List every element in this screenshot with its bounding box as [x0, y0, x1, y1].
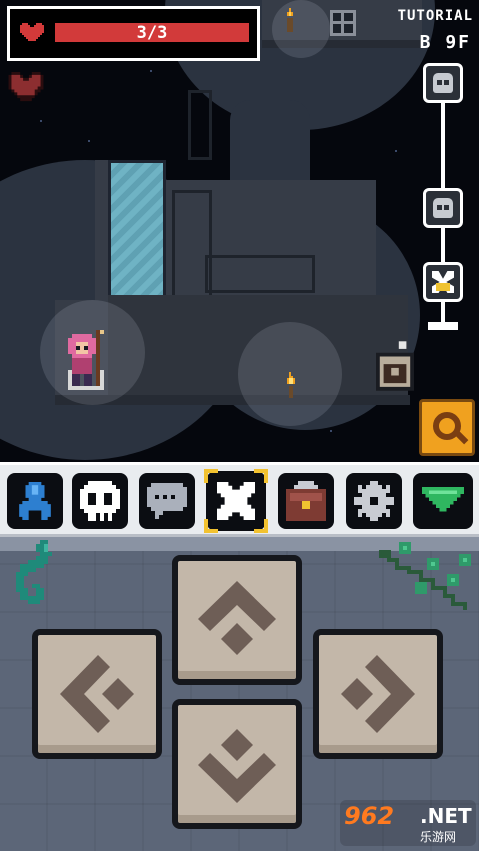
star: [88, 140, 90, 142]
floor-label: B 9F: [419, 32, 471, 53]
selection-corner: [254, 469, 268, 483]
chevron-down-icon: [422, 487, 464, 512]
progress-node-skull: [423, 188, 463, 228]
magnifier-handle: [455, 431, 469, 445]
chat-bubble-icon: [147, 483, 187, 519]
torch-icon: [287, 8, 293, 32]
skull-icon: [433, 73, 453, 93]
toolbar: [0, 462, 479, 537]
pipe: [205, 255, 315, 293]
light-glow: [272, 0, 330, 58]
game-view[interactable]: 3/3 TUTORIAL B 9F: [0, 0, 479, 462]
star: [330, 430, 332, 432]
star: [150, 70, 152, 72]
crossbones-icon: [217, 482, 255, 520]
progress-node-skull: [423, 63, 463, 103]
tool-collapse[interactable]: [413, 473, 473, 529]
locked-chest-icon[interactable]: [376, 340, 414, 392]
hp-panel: 3/3: [7, 6, 260, 61]
vine-decoration: [379, 542, 471, 610]
torch-icon: [287, 372, 295, 398]
move-down-button[interactable]: [172, 699, 302, 829]
star: [40, 120, 42, 122]
tool-chat[interactable]: [139, 473, 195, 529]
star: [395, 150, 397, 152]
tool-skull[interactable]: [72, 473, 128, 529]
hp-text: 3/3: [136, 23, 168, 43]
search-button[interactable]: [419, 399, 475, 456]
skull-icon: [80, 481, 120, 521]
heart-icon: [8, 72, 44, 102]
pipe: [188, 90, 212, 160]
watermark-net: .NET: [420, 804, 472, 828]
map-icon[interactable]: [330, 10, 356, 36]
watermark-site: 乐游网: [420, 830, 457, 844]
tool-hero[interactable]: [7, 473, 63, 529]
heart-icon: [20, 23, 44, 41]
watermark-number: 962: [344, 802, 395, 830]
bag-icon: [286, 481, 326, 521]
move-right-button[interactable]: [313, 629, 443, 759]
progress-track-base: [428, 322, 458, 330]
selection-corner: [204, 519, 218, 533]
treasure-icon: [436, 283, 450, 291]
arrow-up-icon: [198, 581, 276, 655]
tool-settings[interactable]: [346, 473, 402, 529]
vine-decoration: [16, 540, 52, 604]
selection-corner: [254, 519, 268, 533]
gear-icon: [354, 481, 394, 521]
stage-label: TUTORIAL: [397, 8, 473, 24]
arrow-down-icon: [198, 729, 276, 803]
arrow-right-icon: [341, 655, 415, 733]
move-up-button[interactable]: [172, 555, 302, 685]
hero-character[interactable]: [64, 330, 108, 394]
hp-bar: 3/3: [52, 20, 252, 45]
character-icon: [19, 482, 51, 520]
skull-icon: [433, 198, 453, 218]
selection-corner: [204, 469, 218, 483]
progress-node-current: [423, 262, 463, 302]
tool-crossbones[interactable]: [204, 469, 268, 533]
move-left-button[interactable]: [32, 629, 162, 759]
tool-bag[interactable]: [278, 473, 334, 529]
arrow-left-icon: [60, 655, 134, 733]
